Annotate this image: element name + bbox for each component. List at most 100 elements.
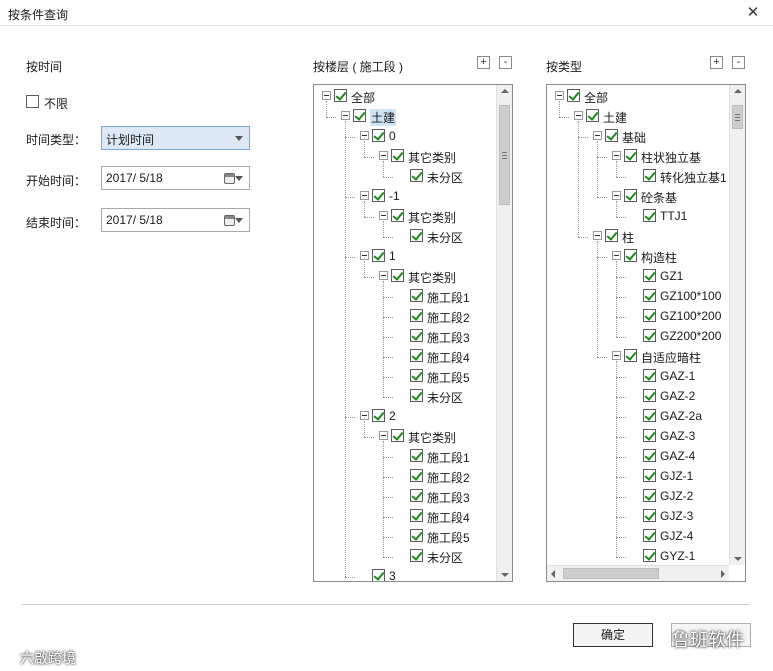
collapse-icon[interactable] xyxy=(612,351,621,360)
tree-node-label: 施工段5 xyxy=(427,531,470,545)
tree-node-checkbox[interactable] xyxy=(643,489,656,502)
end-date-picker[interactable]: 2017/ 5/18 xyxy=(101,208,250,232)
tree-node-label: 未分区 xyxy=(427,171,464,185)
scroll-thumb[interactable] xyxy=(563,568,659,579)
tree-node-checkbox[interactable] xyxy=(372,129,385,142)
collapse-icon[interactable] xyxy=(612,191,621,200)
start-time-label: 开始时间： xyxy=(26,174,87,188)
floor-tree[interactable]: 全部 土建 0 其它类别 未分区 -1 其它类别 未分区 1 其它类别 施工段1 施工段2 施工段3 施工… xyxy=(313,84,513,582)
tree-connector xyxy=(578,137,588,138)
tree-node-checkbox[interactable] xyxy=(624,349,637,362)
tree-node-checkbox[interactable] xyxy=(391,269,404,282)
time-type-select[interactable]: 计划时间 xyxy=(101,126,250,150)
scroll-up-icon[interactable] xyxy=(734,89,742,93)
tree-node-checkbox[interactable] xyxy=(643,509,656,522)
type-tree[interactable]: 全部 土建 基础 柱状独立基 转化独立基1 砼条基 TTJ1 柱构造柱 GZ1 GZ100*100… xyxy=(546,84,746,582)
floor-expand-all-button[interactable]: + xyxy=(477,56,490,69)
tree-node-checkbox[interactable] xyxy=(643,209,656,222)
type-expand-all-button[interactable]: + xyxy=(710,56,723,69)
start-date-picker[interactable]: 2017/ 5/18 xyxy=(101,166,250,190)
type-tree-vscrollbar[interactable] xyxy=(729,85,745,565)
tree-node-checkbox[interactable] xyxy=(643,429,656,442)
collapse-icon[interactable] xyxy=(341,111,350,120)
collapse-icon[interactable] xyxy=(379,151,388,160)
tree-node-checkbox[interactable] xyxy=(410,389,423,402)
tree-node-checkbox[interactable] xyxy=(643,469,656,482)
tree-node-checkbox[interactable] xyxy=(410,449,423,462)
tree-node-checkbox[interactable] xyxy=(605,129,618,142)
tree-node-label: 其它类别 xyxy=(408,431,457,445)
scroll-thumb[interactable] xyxy=(499,105,510,205)
tree-connector xyxy=(616,217,626,218)
tree-node-checkbox[interactable] xyxy=(643,549,656,562)
tree-node-checkbox[interactable] xyxy=(410,509,423,522)
tree-node-checkbox[interactable] xyxy=(624,189,637,202)
tree-node-checkbox[interactable] xyxy=(410,549,423,562)
tree-node-checkbox[interactable] xyxy=(391,429,404,442)
tree-node-checkbox[interactable] xyxy=(410,369,423,382)
tree-node-checkbox[interactable] xyxy=(372,569,385,581)
tree-node-checkbox[interactable] xyxy=(391,149,404,162)
collapse-icon[interactable] xyxy=(360,191,369,200)
tree-node-checkbox[interactable] xyxy=(643,409,656,422)
close-icon[interactable]: ✕ xyxy=(743,3,763,23)
scroll-down-icon[interactable] xyxy=(734,557,742,561)
tree-node-checkbox[interactable] xyxy=(410,289,423,302)
collapse-icon[interactable] xyxy=(322,91,331,100)
tree-node-checkbox[interactable] xyxy=(410,329,423,342)
tree-node-checkbox[interactable] xyxy=(410,169,423,182)
unlimited-checkbox[interactable] xyxy=(26,95,39,108)
tree-node-checkbox[interactable] xyxy=(643,369,656,382)
tree-node-checkbox[interactable] xyxy=(372,409,385,422)
collapse-icon[interactable] xyxy=(593,131,602,140)
tree-node-checkbox[interactable] xyxy=(643,529,656,542)
floor-collapse-all-button[interactable]: - xyxy=(499,56,512,69)
collapse-icon[interactable] xyxy=(593,231,602,240)
tree-node-checkbox[interactable] xyxy=(372,249,385,262)
tree-node-checkbox[interactable] xyxy=(586,109,599,122)
collapse-icon[interactable] xyxy=(360,251,369,260)
tree-node-checkbox[interactable] xyxy=(643,309,656,322)
tree-node-checkbox[interactable] xyxy=(391,209,404,222)
collapse-icon[interactable] xyxy=(360,131,369,140)
tree-node-checkbox[interactable] xyxy=(643,449,656,462)
tree-node-checkbox[interactable] xyxy=(334,89,347,102)
tree-node-checkbox[interactable] xyxy=(624,149,637,162)
tree-node-checkbox[interactable] xyxy=(353,109,366,122)
chevron-down-icon xyxy=(235,218,243,223)
tree-node-checkbox[interactable] xyxy=(643,169,656,182)
collapse-icon[interactable] xyxy=(555,91,564,100)
tree-node-label: 施工段2 xyxy=(427,311,470,325)
tree-connector xyxy=(364,261,365,277)
collapse-icon[interactable] xyxy=(612,251,621,260)
tree-node-checkbox[interactable] xyxy=(410,469,423,482)
tree-node-checkbox[interactable] xyxy=(372,189,385,202)
tree-node-checkbox[interactable] xyxy=(643,289,656,302)
tree-node-checkbox[interactable] xyxy=(410,309,423,322)
tree-node-checkbox[interactable] xyxy=(643,329,656,342)
floor-tree-scrollbar[interactable] xyxy=(496,85,512,581)
tree-node-checkbox[interactable] xyxy=(643,389,656,402)
type-collapse-all-button[interactable]: - xyxy=(732,56,745,69)
scroll-down-icon[interactable] xyxy=(501,573,509,577)
collapse-icon[interactable] xyxy=(360,411,369,420)
tree-node-checkbox[interactable] xyxy=(410,349,423,362)
scroll-right-icon[interactable] xyxy=(721,570,725,578)
tree-node-checkbox[interactable] xyxy=(410,489,423,502)
tree-node-checkbox[interactable] xyxy=(567,89,580,102)
collapse-icon[interactable] xyxy=(379,271,388,280)
tree-node-checkbox[interactable] xyxy=(643,269,656,282)
tree-node-checkbox[interactable] xyxy=(410,229,423,242)
collapse-icon[interactable] xyxy=(379,211,388,220)
ok-button[interactable]: 确定 xyxy=(573,623,653,647)
collapse-icon[interactable] xyxy=(379,431,388,440)
scroll-up-icon[interactable] xyxy=(501,89,509,93)
collapse-icon[interactable] xyxy=(574,111,583,120)
tree-node-checkbox[interactable] xyxy=(410,529,423,542)
scroll-left-icon[interactable] xyxy=(551,570,555,578)
tree-node-checkbox[interactable] xyxy=(624,249,637,262)
collapse-icon[interactable] xyxy=(612,151,621,160)
scroll-thumb[interactable] xyxy=(732,105,743,129)
type-tree-hscrollbar[interactable] xyxy=(547,565,729,581)
tree-node-checkbox[interactable] xyxy=(605,229,618,242)
